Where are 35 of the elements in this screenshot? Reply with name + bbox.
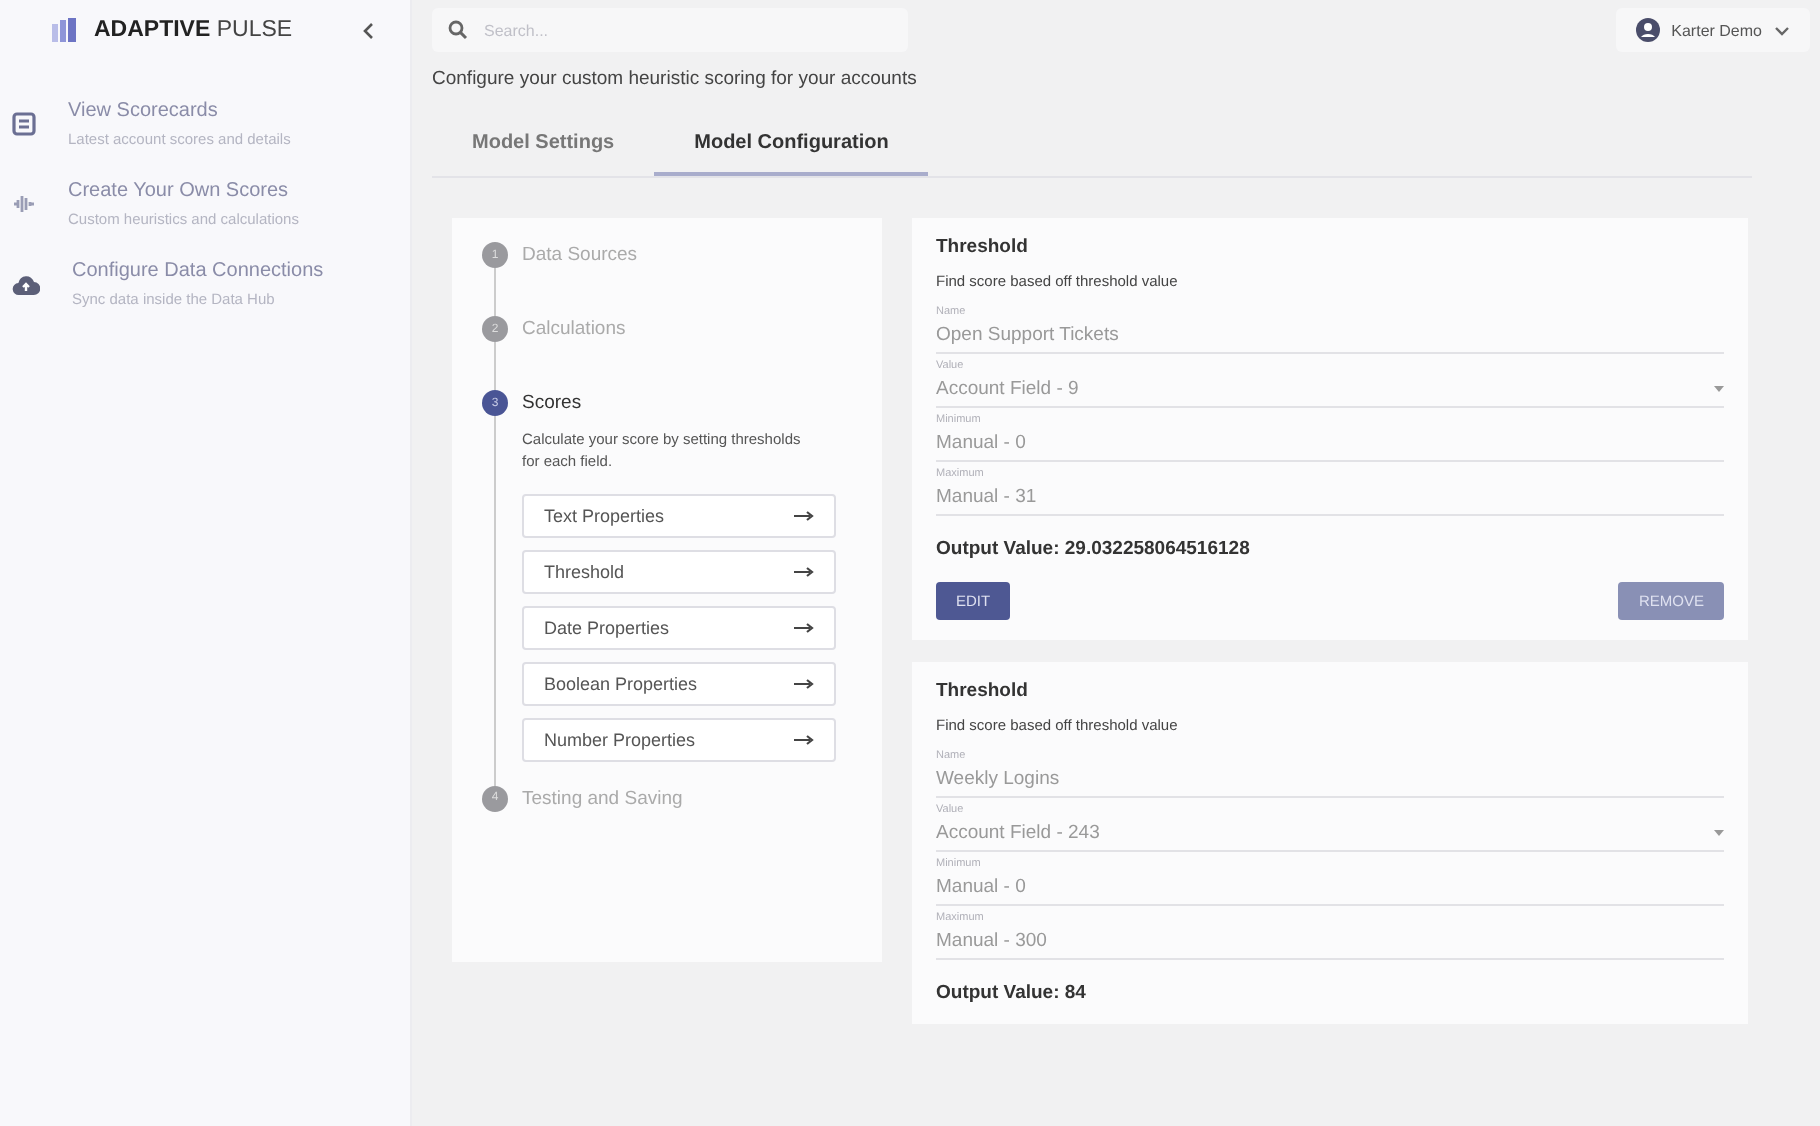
chevron-down-icon xyxy=(1774,25,1790,35)
property-option[interactable]: Date Properties xyxy=(522,605,836,649)
dropdown-caret-icon xyxy=(1714,386,1724,392)
collapse-chevron-icon[interactable] xyxy=(362,21,374,39)
arrow-right-icon xyxy=(794,621,814,633)
property-option[interactable]: Text Properties xyxy=(522,493,836,537)
card-title: Threshold xyxy=(936,236,1030,258)
cloud-upload-icon xyxy=(12,273,40,295)
dropdown-caret-icon xyxy=(1714,830,1724,836)
page-subtitle: Configure your custom heuristic scoring for your accounts xyxy=(432,68,919,90)
brand-name: ADAPTIVE PULSE xyxy=(94,18,295,42)
tab[interactable]: Model Configuration xyxy=(654,116,929,176)
scorecard-icon xyxy=(12,112,36,136)
waveform-icon xyxy=(12,192,36,216)
step-label[interactable]: Testing and Saving xyxy=(522,787,683,809)
arrow-right-icon xyxy=(794,509,814,521)
step-label[interactable]: Data Sources xyxy=(522,244,638,266)
card-title: Threshold xyxy=(936,680,1030,702)
nav-item[interactable]: Create Your Own Scores xyxy=(68,180,299,202)
arrow-right-icon xyxy=(794,677,814,689)
tab[interactable]: Model Settings xyxy=(432,116,655,176)
user-menu[interactable]: Karter Demo xyxy=(1615,8,1810,52)
arrow-right-icon xyxy=(794,565,814,577)
account-icon xyxy=(1635,18,1660,42)
arrow-right-icon xyxy=(794,733,814,745)
nav-item[interactable]: View Scorecards xyxy=(68,100,291,122)
property-option[interactable]: Threshold xyxy=(522,549,836,593)
property-option[interactable]: Boolean Properties xyxy=(522,661,836,705)
output-value: Output Value: 84 xyxy=(936,982,1088,1004)
step-label[interactable]: Calculations xyxy=(522,318,626,340)
step-label[interactable]: Scores xyxy=(522,392,582,414)
logo-icon xyxy=(52,18,78,42)
nav-item[interactable]: Configure Data Connections xyxy=(72,260,324,282)
property-option[interactable]: Number Properties xyxy=(522,717,836,761)
output-value: Output Value: 29.032258064516128 xyxy=(936,538,1252,560)
